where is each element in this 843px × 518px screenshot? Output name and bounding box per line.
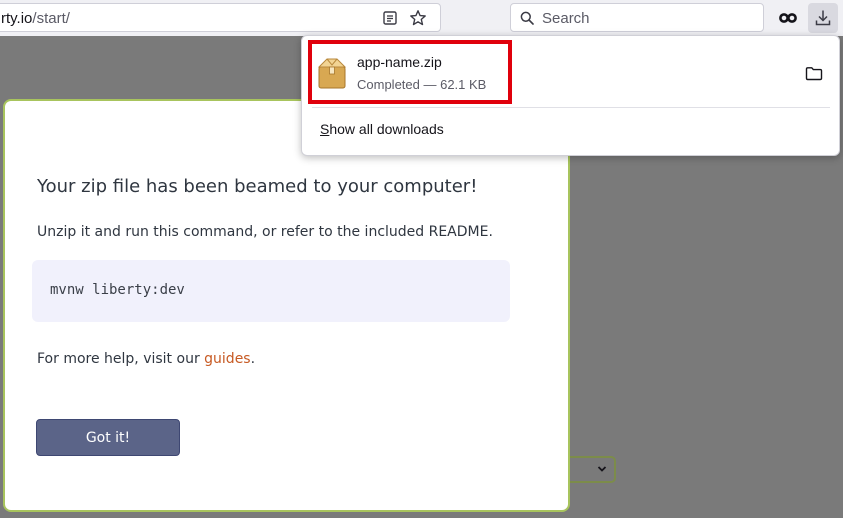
background-select — [570, 456, 616, 483]
show-all-downloads-link[interactable]: Show all downloads — [320, 121, 444, 137]
guides-link[interactable]: guides — [204, 351, 250, 367]
help-suffix: . — [250, 351, 256, 367]
highlight-annotation — [308, 40, 512, 104]
help-text: For more help, visit our guides. — [37, 351, 255, 367]
url-text[interactable]: rty.io/start/ — [1, 10, 70, 27]
show-all-label: how all downloads — [329, 121, 444, 137]
extension-glasses-icon[interactable] — [778, 8, 798, 28]
chevron-down-icon — [597, 466, 607, 472]
url-host: rty.io — [1, 10, 33, 27]
download-arrow-icon — [815, 10, 831, 26]
got-it-button[interactable]: Got it! — [36, 419, 180, 456]
open-folder-icon[interactable] — [805, 66, 823, 81]
address-bar[interactable]: rty.io/start/ — [0, 3, 441, 32]
search-icon — [520, 11, 534, 25]
bookmark-star-icon[interactable] — [409, 9, 427, 27]
downloads-button[interactable] — [808, 3, 838, 33]
search-placeholder: Search — [542, 10, 590, 27]
modal-heading: Your zip file has been beamed to your co… — [37, 176, 478, 197]
command-block: mvnw liberty:dev — [32, 260, 510, 322]
command-text[interactable]: mvnw liberty:dev — [50, 282, 185, 298]
search-bar[interactable]: Search — [510, 3, 764, 32]
browser-toolbar: rty.io/start/ Search — [0, 0, 843, 36]
help-prefix: For more help, visit our — [37, 351, 205, 367]
accesskey-letter: S — [320, 121, 330, 137]
panel-divider — [312, 107, 830, 108]
download-modal: Your zip file has been beamed to your co… — [3, 99, 570, 512]
modal-instruction: Unzip it and run this command, or refer … — [37, 224, 493, 240]
reader-view-icon[interactable] — [382, 10, 398, 26]
url-path: /start/ — [32, 10, 70, 27]
